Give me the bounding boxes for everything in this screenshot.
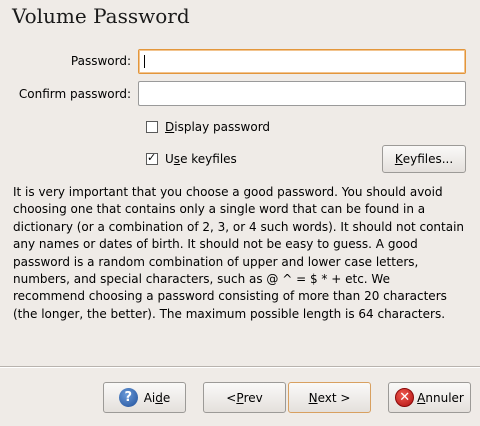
display-password-checkbox-row[interactable]: Display password — [146, 120, 270, 134]
confirm-password-field[interactable] — [138, 81, 466, 106]
next-button[interactable]: Next > — [288, 382, 371, 413]
page-title: Volume Password — [12, 4, 190, 28]
prev-button[interactable]: < Prev — [203, 382, 286, 413]
help-button[interactable]: ? Ai d e — [103, 382, 186, 413]
display-password-label: Display password — [165, 120, 271, 134]
help-icon: ? — [118, 388, 138, 407]
use-keyfiles-label: Use keyfiles — [165, 152, 237, 166]
dialog-separator — [0, 366, 480, 368]
password-field[interactable] — [138, 49, 466, 74]
checkmark-icon: ✓ — [147, 151, 157, 164]
use-keyfiles-checkbox-row[interactable]: ✓ Use keyfiles — [146, 151, 237, 166]
cancel-button[interactable]: ✕ Annuler — [388, 382, 471, 413]
password-guidance-text: It is very important that you choose a g… — [13, 185, 465, 321]
text-caret — [144, 55, 145, 68]
display-password-checkbox[interactable] — [146, 121, 158, 133]
use-keyfiles-checkbox[interactable]: ✓ — [146, 151, 158, 165]
keyfiles-button[interactable]: Keyfiles... — [382, 145, 466, 173]
cancel-icon: ✕ — [395, 388, 415, 407]
confirm-password-label: Confirm password: — [18, 87, 131, 101]
password-label: Password: — [70, 54, 131, 68]
